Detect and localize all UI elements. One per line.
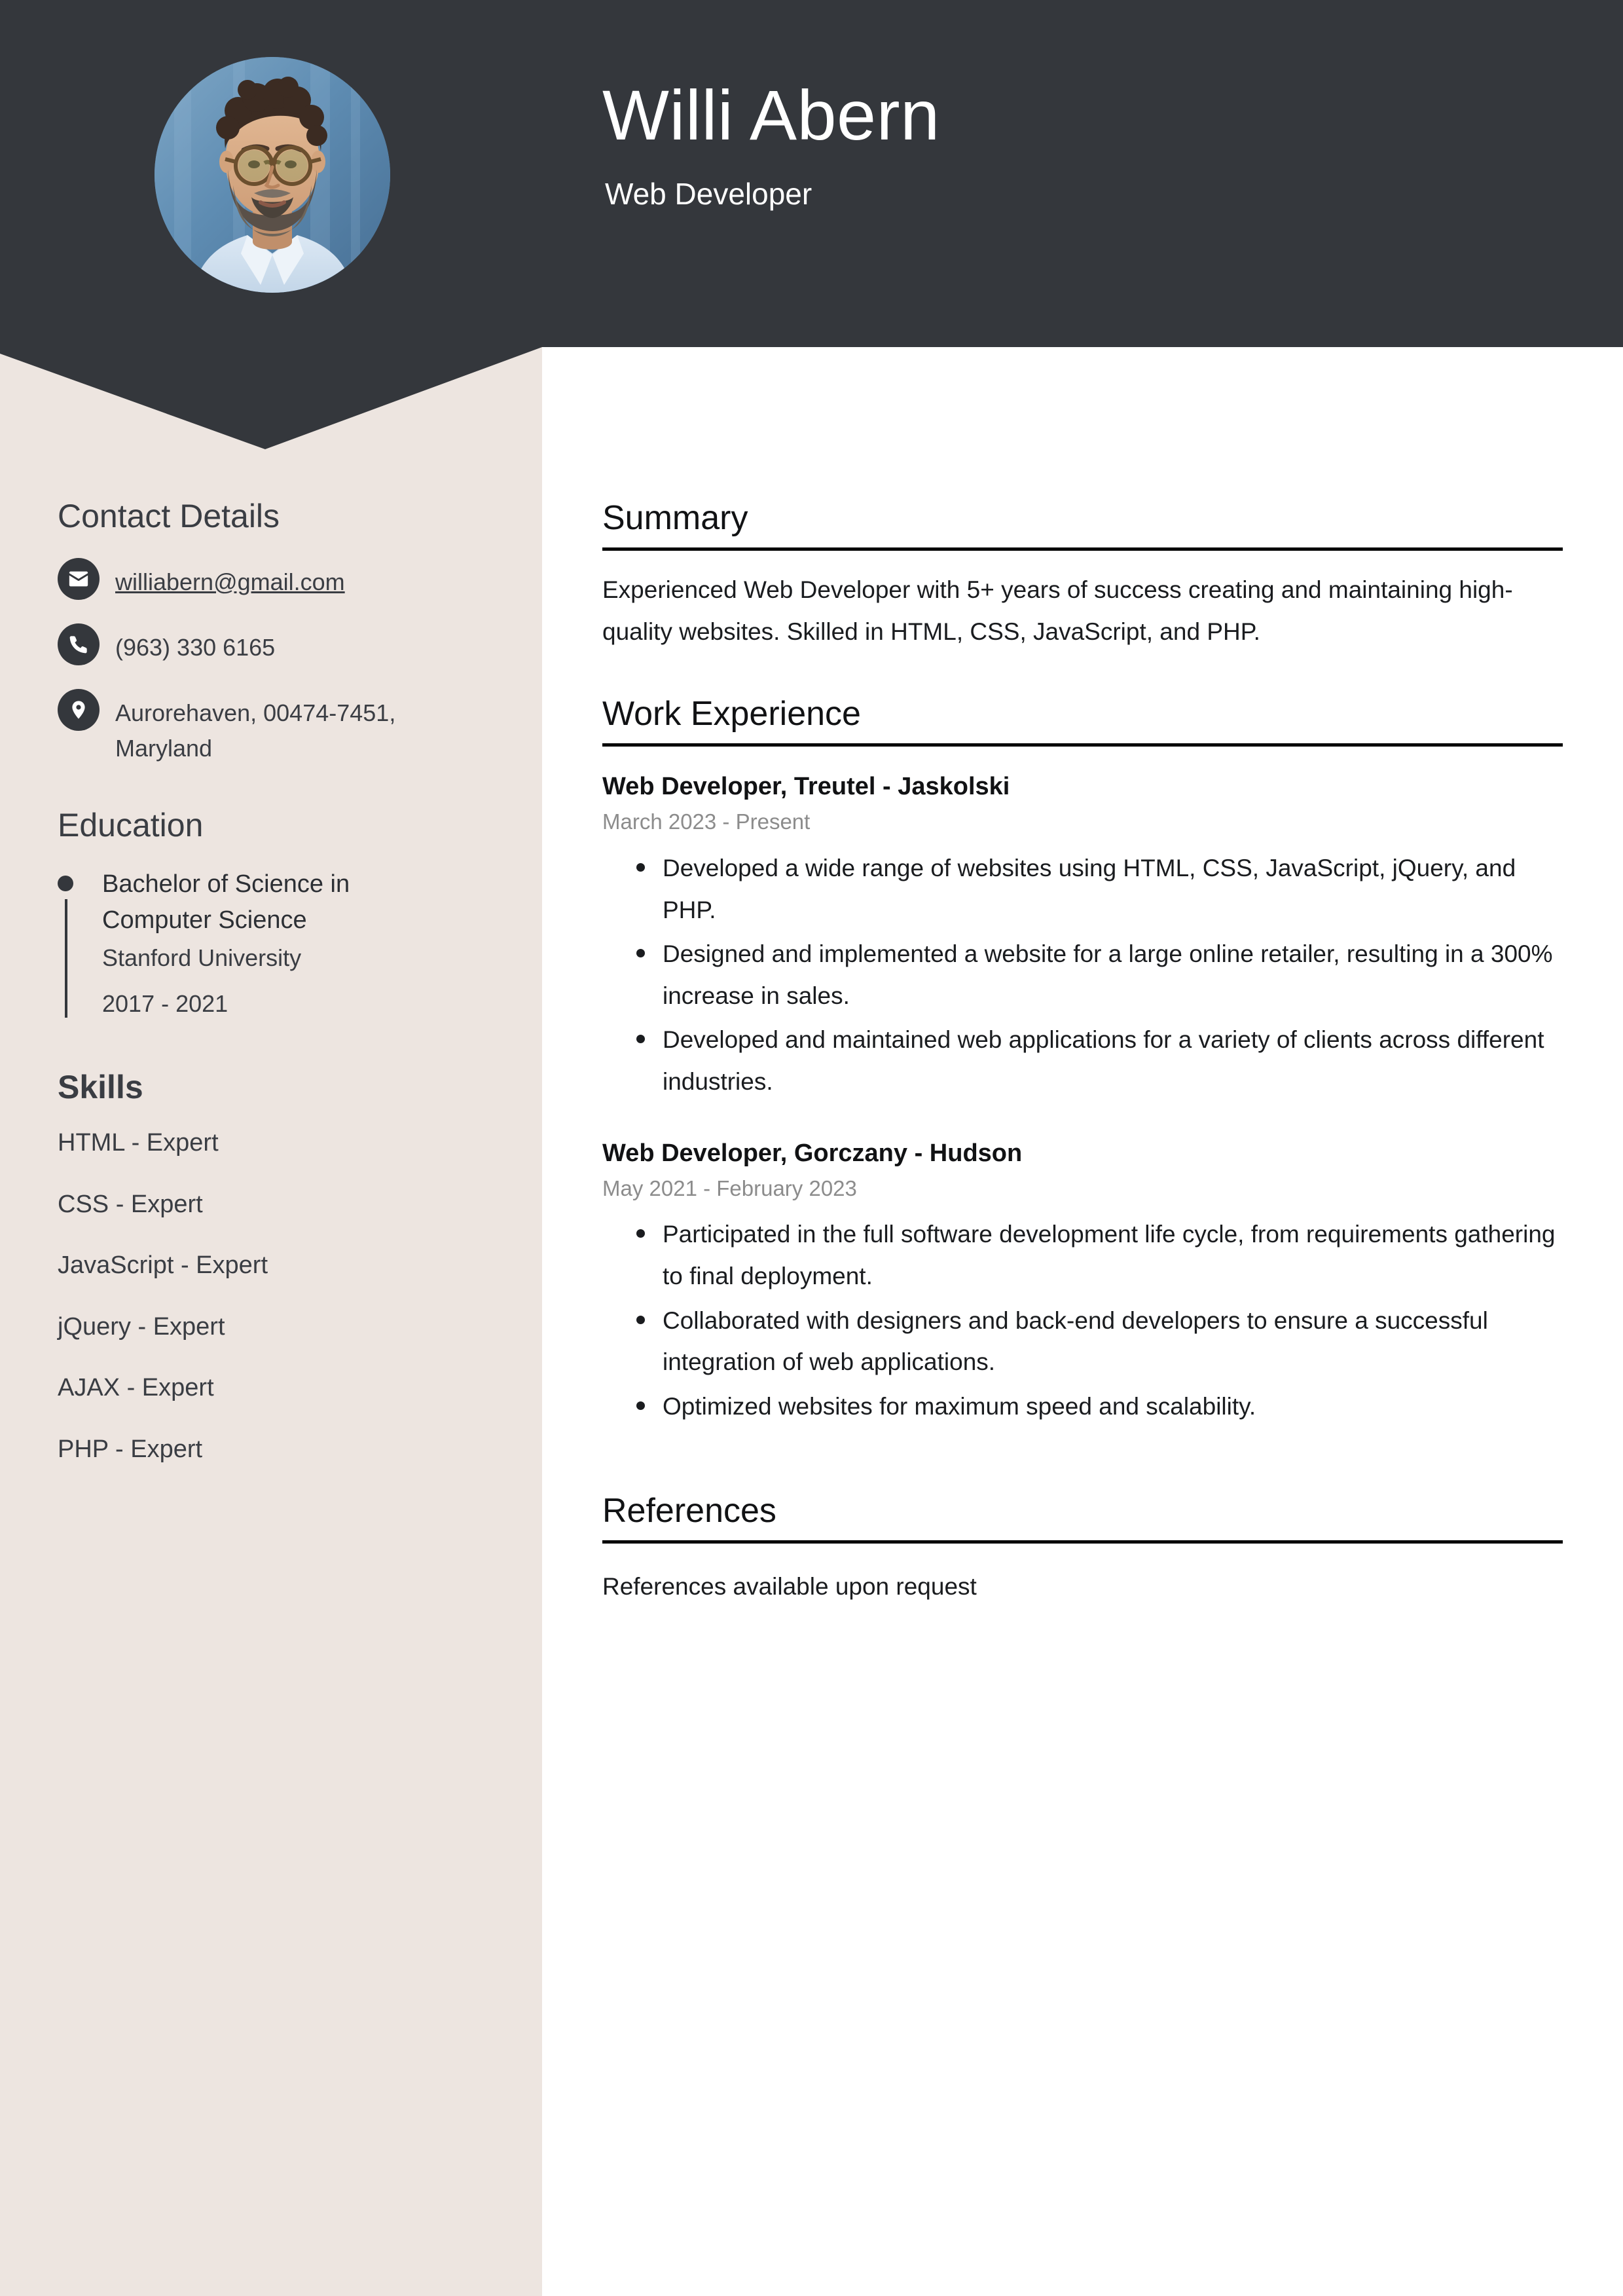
contact-address-value: Aurorehaven, 00474-7451, Maryland (115, 699, 396, 762)
job-entry: Web Developer, Treutel - Jaskolski March… (602, 770, 1563, 1103)
skill-item: PHP - Expert (58, 1435, 203, 1464)
summary-heading: Summary (602, 499, 748, 537)
summary-text: Experienced Web Developer with 5+ years … (602, 576, 1513, 646)
skill-item: CSS - Expert (58, 1190, 203, 1218)
references-heading-rule (602, 1540, 1563, 1544)
skill-item: jQuery - Expert (58, 1312, 225, 1341)
education-timeline-rule (65, 899, 67, 1018)
person-job-title: Web Developer (605, 176, 812, 211)
education-degree: Bachelor of Science in Computer Science (102, 870, 350, 935)
skills-heading: Skills (58, 1068, 143, 1105)
job-dates: May 2021 - February 2023 (602, 1176, 857, 1200)
education-bullet-icon (58, 876, 73, 891)
education-years: 2017 - 2021 (102, 990, 228, 1018)
contact-details-heading: Contact Details (58, 498, 280, 534)
job-dates: March 2023 - Present (602, 809, 811, 834)
summary-heading-rule (602, 547, 1563, 551)
education-heading: Education (58, 806, 204, 843)
location-pin-icon (58, 688, 100, 731)
contact-item-address: Aurorehaven, 00474-7451, Maryland (58, 688, 503, 766)
job-bullet-list: Participated in the full software develo… (602, 1213, 1563, 1427)
job-bullet: Developed and maintained web application… (636, 1019, 1563, 1102)
contact-details-section: Contact Details williabern@gmail.com (96… (0, 498, 542, 766)
education-item: Bachelor of Science in Computer Science … (58, 866, 503, 1022)
main-content: Summary Experienced Web Developer with 5… (602, 498, 1563, 1648)
name-block: Willi Abern Web Developer (602, 77, 940, 210)
education-section: Education Bachelor of Science in Compute… (0, 807, 542, 1022)
job-bullet: Participated in the full software develo… (636, 1213, 1563, 1297)
sidebar: Contact Details williabern@gmail.com (96… (0, 0, 542, 1496)
work-experience-heading: Work Experience (602, 694, 861, 733)
skill-item: HTML - Expert (58, 1129, 219, 1157)
skill-item: AJAX - Expert (58, 1374, 214, 1402)
contact-item-phone[interactable]: (963) 330 6165 (58, 623, 503, 665)
skill-item: JavaScript - Expert (58, 1251, 268, 1280)
contact-email-value[interactable]: williabern@gmail.com (115, 558, 345, 600)
contact-phone-value[interactable]: (963) 330 6165 (115, 623, 275, 665)
job-title: Web Developer, Treutel - Jaskolski (602, 773, 1010, 801)
job-entry: Web Developer, Gorczany - Hudson May 202… (602, 1137, 1563, 1428)
job-bullet-list: Developed a wide range of websites using… (602, 847, 1563, 1103)
summary-section: Summary Experienced Web Developer with 5… (602, 498, 1563, 653)
job-bullet: Developed a wide range of websites using… (636, 847, 1563, 931)
job-title: Web Developer, Gorczany - Hudson (602, 1139, 1023, 1167)
job-bullet: Optimized websites for maximum speed and… (636, 1386, 1563, 1428)
work-experience-heading-rule (602, 743, 1563, 747)
references-heading: References (602, 1491, 776, 1530)
phone-icon (58, 623, 100, 665)
work-experience-section: Work Experience Web Developer, Treutel -… (602, 694, 1563, 1428)
person-name: Willi Abern (602, 75, 940, 155)
references-section: References References available upon req… (602, 1491, 1563, 1608)
envelope-icon (58, 557, 100, 600)
job-bullet: Designed and implemented a website for a… (636, 933, 1563, 1016)
skills-section: Skills HTML - Expert CSS - Expert JavaSc… (0, 1069, 542, 1465)
education-school: Stanford University (102, 944, 302, 972)
contact-item-email[interactable]: williabern@gmail.com (58, 557, 503, 600)
job-bullet: Collaborated with designers and back-end… (636, 1300, 1563, 1383)
references-text: References available upon request (602, 1572, 977, 1600)
